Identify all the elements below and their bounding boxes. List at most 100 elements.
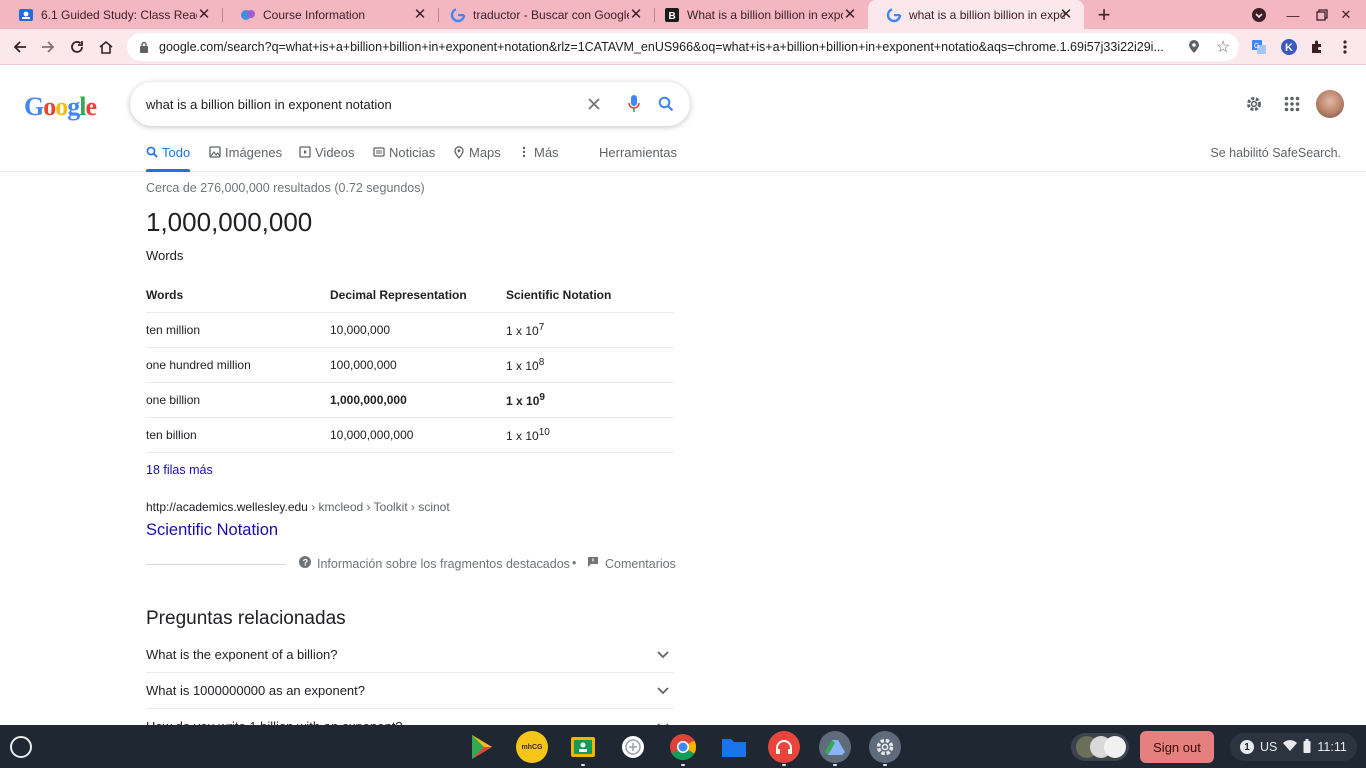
add-app-icon[interactable] bbox=[617, 731, 649, 763]
drive-style-app-icon[interactable] bbox=[819, 731, 851, 766]
result-cite[interactable]: http://academics.wellesley.edu › kmcleod… bbox=[146, 500, 450, 514]
filter-noticias[interactable]: Noticias bbox=[373, 145, 435, 171]
cite-path: › kmcleod › Toolkit › scinot bbox=[307, 500, 450, 514]
k-extension-icon[interactable]: K bbox=[1276, 34, 1302, 60]
table-cell-decimal: 10,000,000 bbox=[330, 312, 506, 348]
filter-maps[interactable]: Maps bbox=[453, 145, 501, 171]
sci-exponent: 7 bbox=[538, 321, 545, 333]
table-cell-decimal: 10,000,000,000 bbox=[330, 417, 506, 453]
featured-snippet-info[interactable]: ? Información sobre los fragmentos desta… bbox=[299, 556, 570, 571]
minimize-icon[interactable]: — bbox=[1283, 5, 1303, 25]
classroom-app-icon[interactable] bbox=[567, 731, 599, 766]
video-icon bbox=[299, 145, 311, 159]
close-tab-icon[interactable]: ✕ bbox=[412, 6, 428, 23]
close-tab-icon[interactable]: ✕ bbox=[842, 6, 858, 23]
sci-exponent: 10 bbox=[538, 426, 550, 438]
extensions-puzzle-icon[interactable] bbox=[1304, 34, 1330, 60]
running-indicator bbox=[681, 764, 685, 766]
close-tab-icon[interactable]: ✕ bbox=[1058, 6, 1074, 23]
tab-classroom[interactable]: 6.1 Guided Study: Class Reading ✕ bbox=[0, 0, 222, 29]
running-indicator bbox=[581, 764, 585, 766]
tab-traductor[interactable]: traductor - Buscar con Google ✕ bbox=[432, 0, 654, 29]
table-cell-scientific: 1 x 107 bbox=[506, 312, 674, 348]
tab-title: traductor - Buscar con Google bbox=[473, 7, 629, 22]
status-tray[interactable]: 1 US 11:11 bbox=[1230, 733, 1357, 761]
tab-brainly[interactable]: B What is a billion billion in expon ✕ bbox=[646, 0, 868, 29]
question-text: What is 1000000000 as an exponent? bbox=[146, 683, 366, 698]
headphones-app-icon[interactable] bbox=[768, 731, 800, 766]
clock-time: 11:11 bbox=[1317, 740, 1347, 754]
bullet-separator: • bbox=[572, 556, 577, 570]
tab-current-search[interactable]: what is a billion billion in expon ✕ bbox=[868, 0, 1084, 29]
clear-search-icon[interactable] bbox=[584, 94, 604, 114]
play-store-icon[interactable] bbox=[466, 731, 498, 763]
safesearch-status[interactable]: Se habilitó SafeSearch. bbox=[1210, 146, 1341, 160]
new-tab-button[interactable]: + bbox=[1092, 2, 1116, 27]
microphone-icon[interactable] bbox=[624, 94, 644, 114]
search-icon[interactable] bbox=[656, 94, 676, 114]
close-tab-icon[interactable]: ✕ bbox=[196, 6, 212, 23]
sign-out-button[interactable]: Sign out bbox=[1140, 731, 1214, 763]
tab-course-information[interactable]: Course Information ✕ bbox=[222, 0, 438, 29]
apps-grid-icon[interactable] bbox=[1280, 92, 1304, 116]
chrome-browser-icon[interactable] bbox=[667, 731, 699, 766]
more-rows-link[interactable]: 18 filas más bbox=[146, 463, 213, 477]
feedback-link[interactable]: Comentarios bbox=[587, 556, 676, 571]
featured-snippet-table: Words Decimal Representation Scientific … bbox=[146, 278, 674, 453]
account-avatar[interactable] bbox=[1316, 90, 1344, 118]
featured-info-label: Información sobre los fragmentos destaca… bbox=[317, 556, 570, 571]
tab-search-icon[interactable] bbox=[1249, 5, 1269, 25]
filter-imagenes[interactable]: Imágenes bbox=[209, 145, 282, 171]
brainly-icon: B bbox=[664, 7, 680, 23]
tools-button[interactable]: Herramientas bbox=[599, 145, 677, 171]
back-icon[interactable] bbox=[7, 34, 33, 60]
filter-label: Maps bbox=[469, 145, 501, 160]
filter-label: Imágenes bbox=[225, 145, 283, 160]
table-cell-words: ten million bbox=[146, 312, 330, 348]
filter-label: Todo bbox=[162, 145, 191, 160]
launcher-icon[interactable] bbox=[10, 736, 32, 758]
table-row: one hundred million 100,000,000 1 x 108 bbox=[146, 347, 674, 383]
forward-icon[interactable] bbox=[35, 34, 61, 60]
lock-icon[interactable] bbox=[137, 40, 151, 54]
home-icon[interactable] bbox=[93, 34, 119, 60]
related-question[interactable]: What is the exponent of a billion? bbox=[146, 637, 674, 673]
table-row: ten million 10,000,000 1 x 107 bbox=[146, 312, 674, 348]
result-title-link[interactable]: Scientific Notation bbox=[146, 521, 278, 540]
table-cell-scientific: 1 x 1010 bbox=[506, 417, 674, 453]
svg-text:B: B bbox=[669, 11, 676, 22]
settings-gear-icon[interactable] bbox=[1242, 92, 1266, 116]
files-app-icon[interactable] bbox=[718, 731, 750, 763]
holding-space-thumbnails[interactable] bbox=[1071, 733, 1129, 761]
close-tab-icon[interactable]: ✕ bbox=[628, 6, 644, 23]
location-icon[interactable] bbox=[1186, 39, 1202, 55]
related-question[interactable]: What is 1000000000 as an exponent? bbox=[146, 673, 674, 709]
table-row: ten billion 10,000,000,000 1 x 1010 bbox=[146, 417, 674, 453]
tab-strip: 6.1 Guided Study: Class Reading ✕ Course… bbox=[0, 0, 1366, 29]
menu-kebab-icon[interactable] bbox=[1332, 34, 1358, 60]
mcgraw-hill-app-icon[interactable]: mhCG bbox=[516, 731, 548, 763]
filter-videos[interactable]: Videos bbox=[299, 145, 355, 171]
url-text[interactable]: google.com/search?q=what+is+a+billion+bi… bbox=[159, 40, 1177, 54]
filter-todo[interactable]: Todo bbox=[146, 145, 191, 172]
search-icon bbox=[146, 145, 158, 159]
snippet-subheading: Words bbox=[146, 248, 184, 263]
course-icon bbox=[240, 7, 256, 23]
bookmark-star-icon[interactable]: ☆ bbox=[1215, 39, 1231, 56]
running-indicator bbox=[833, 764, 837, 766]
map-pin-icon bbox=[453, 145, 465, 159]
close-window-icon[interactable]: ✕ bbox=[1336, 5, 1356, 25]
google-logo[interactable]: Google bbox=[24, 92, 97, 122]
settings-app-icon[interactable] bbox=[869, 731, 901, 766]
filter-mas[interactable]: Más bbox=[518, 145, 559, 171]
translate-extension-icon[interactable]: G bbox=[1246, 34, 1272, 60]
question-text: What is the exponent of a billion? bbox=[146, 647, 338, 662]
tab-title: 6.1 Guided Study: Class Reading bbox=[41, 7, 197, 22]
search-box[interactable]: what is a billion billion in exponent no… bbox=[130, 82, 690, 126]
reload-icon[interactable] bbox=[64, 34, 90, 60]
restore-icon[interactable] bbox=[1312, 5, 1332, 25]
address-bar[interactable]: google.com/search?q=what+is+a+billion+bi… bbox=[127, 33, 1239, 61]
svg-text:K: K bbox=[1285, 42, 1293, 54]
search-query[interactable]: what is a billion billion in exponent no… bbox=[146, 97, 576, 112]
svg-text:G: G bbox=[1254, 43, 1259, 50]
